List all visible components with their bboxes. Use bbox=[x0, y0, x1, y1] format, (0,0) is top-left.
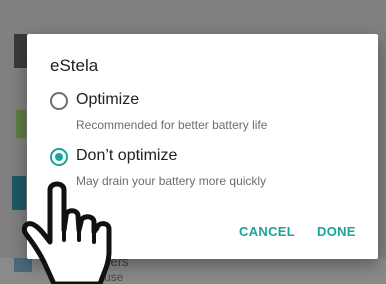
cancel-button[interactable]: CANCEL bbox=[239, 224, 295, 239]
option-label: Optimize bbox=[76, 91, 140, 108]
option-description: Recommended for better battery life bbox=[76, 118, 268, 132]
option-label: Don’t optimize bbox=[76, 147, 178, 164]
radio-button-checked[interactable] bbox=[50, 148, 68, 166]
dialog-title: eStela bbox=[50, 56, 99, 75]
pointing-hand-icon bbox=[21, 181, 112, 284]
background-app-icon bbox=[16, 110, 26, 138]
background-card bbox=[14, 34, 28, 68]
radio-button-unchecked[interactable] bbox=[50, 92, 68, 110]
done-button[interactable]: DONE bbox=[317, 224, 356, 239]
